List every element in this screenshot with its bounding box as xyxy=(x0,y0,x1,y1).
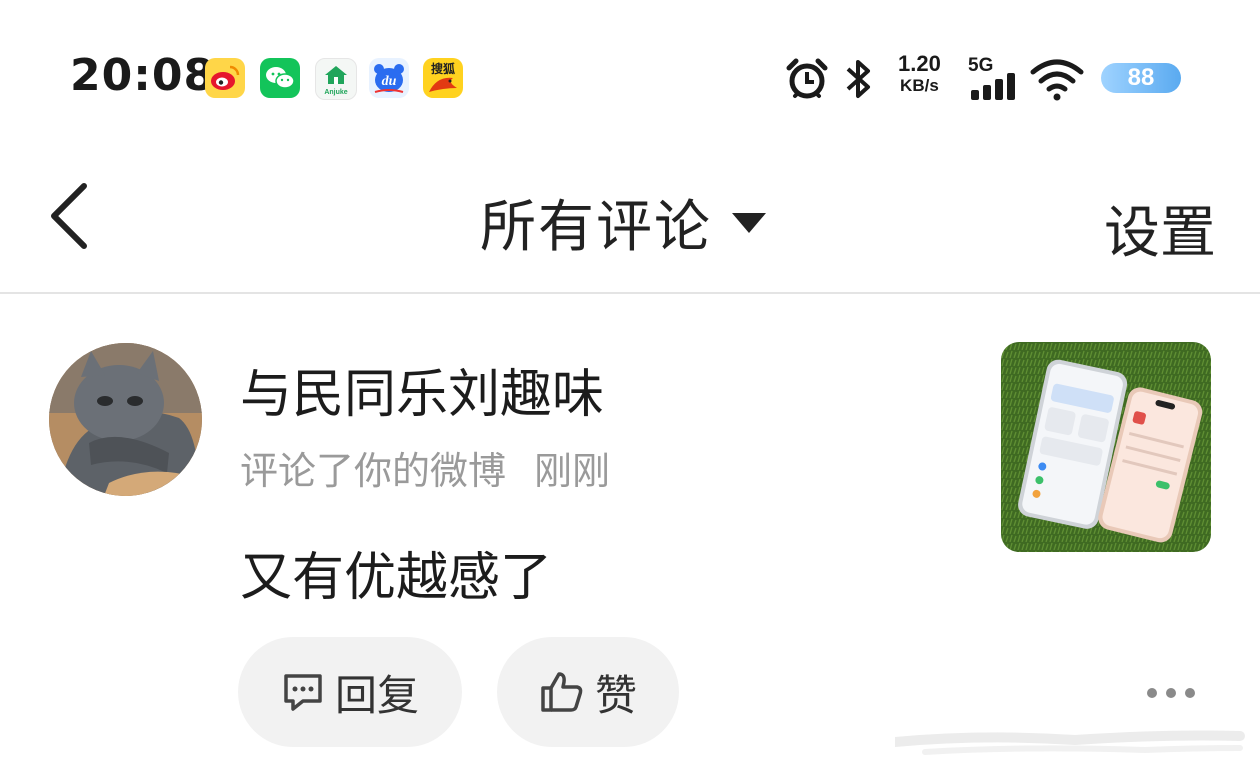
status-bar: 20:08 Anjuke du 搜狐 1.20 KB/s 5G 88 xyxy=(0,0,1260,150)
back-button[interactable] xyxy=(40,180,100,252)
avatar[interactable] xyxy=(49,343,202,496)
comment-meta: 评论了你的微博 刚刚 xyxy=(240,440,610,495)
svg-text:du: du xyxy=(382,74,397,89)
battery-icon: 88 xyxy=(1101,63,1181,93)
settings-button[interactable]: 设置 xyxy=(1104,188,1216,269)
weibo-post-thumbnail[interactable] xyxy=(1001,342,1211,552)
reply-button[interactable]: 回复 xyxy=(238,637,462,747)
bluetooth-icon xyxy=(842,58,876,104)
reply-label: 回复 xyxy=(334,670,419,720)
wechat-icon xyxy=(260,58,300,98)
watermark xyxy=(890,712,1255,768)
network-speed-unit: KB/s xyxy=(900,76,939,95)
comment-timestamp: 刚刚 xyxy=(534,449,611,493)
thumbs-up-icon xyxy=(541,672,583,712)
more-dots-icon[interactable] xyxy=(1147,680,1195,706)
comment-filter-dropdown[interactable]: 所有评论 xyxy=(480,182,766,263)
wifi-icon xyxy=(1030,57,1084,105)
network-speed-value: 1.20 xyxy=(898,51,941,76)
signal-icon xyxy=(970,72,1020,104)
comment-text: 又有优越感了 xyxy=(240,548,553,608)
back-chevron-icon xyxy=(51,183,87,249)
alarm-icon xyxy=(784,56,830,106)
like-button[interactable]: 赞 xyxy=(497,637,679,747)
svg-text:Anjuke: Anjuke xyxy=(324,89,347,96)
comment-username[interactable]: 与民同乐刘趣味 xyxy=(240,352,604,427)
svg-text:搜狐: 搜狐 xyxy=(431,61,455,76)
sohu-icon: 搜狐 xyxy=(423,58,463,98)
reply-bubble-icon xyxy=(284,674,322,711)
like-label: 赞 xyxy=(594,670,637,720)
page-title: 所有评论 xyxy=(480,195,712,260)
status-time: 20:08 xyxy=(70,50,216,101)
battery-level: 88 xyxy=(1127,64,1155,91)
weibo-icon xyxy=(205,58,245,98)
anjuke-icon: Anjuke xyxy=(315,58,357,100)
network-speed: 1.20 KB/s xyxy=(898,53,941,97)
top-nav-bar: 所有评论 设置 xyxy=(0,150,1260,294)
comment-action-text: 评论了你的微博 xyxy=(240,449,507,493)
caret-down-icon xyxy=(732,212,766,233)
baidu-du-icon: du xyxy=(369,58,409,98)
